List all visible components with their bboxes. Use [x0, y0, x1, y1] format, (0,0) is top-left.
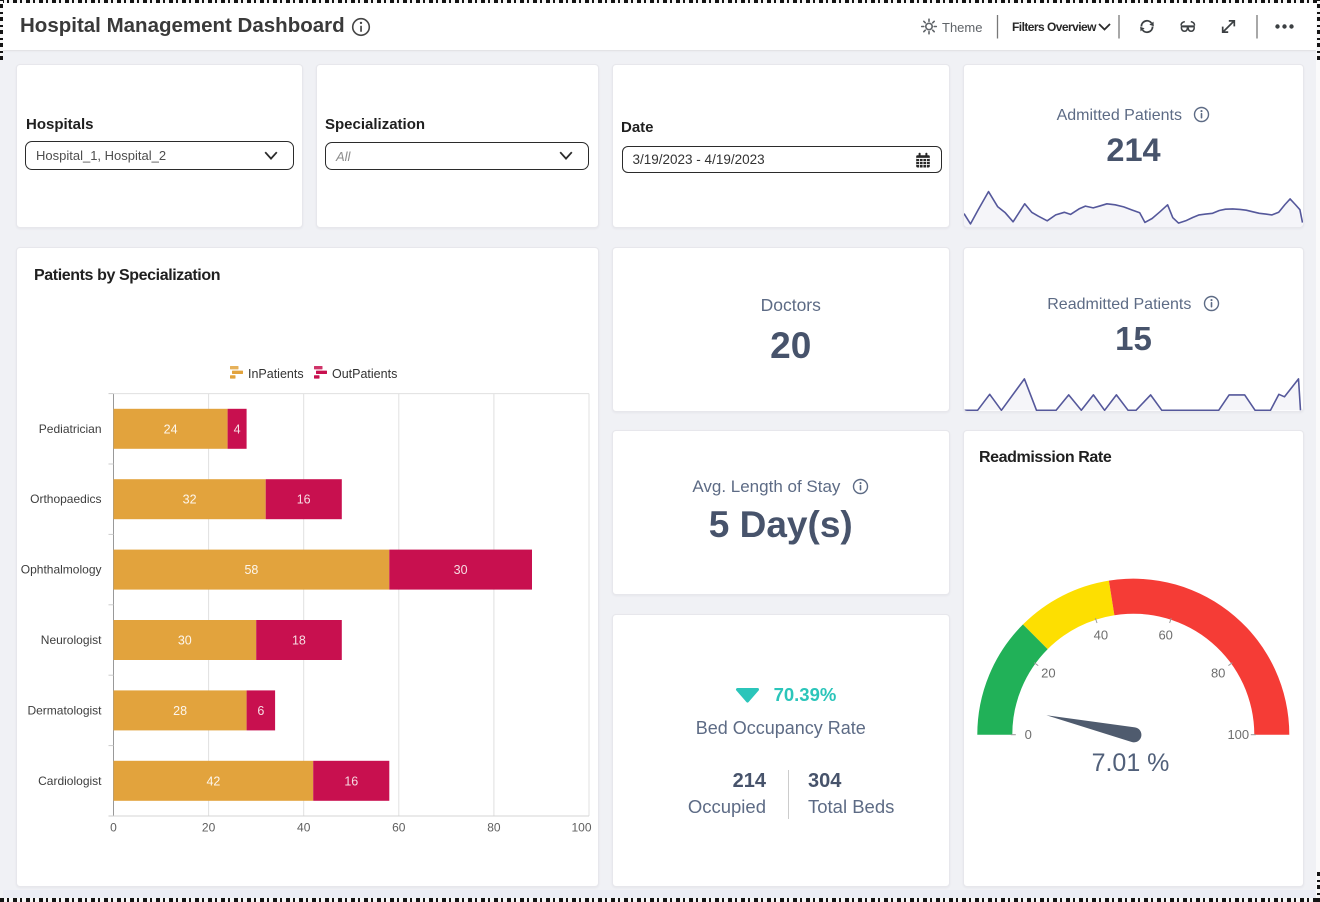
svg-text:40: 40: [1094, 628, 1108, 643]
svg-text:18: 18: [292, 634, 306, 648]
svg-text:InPatients: InPatients: [248, 367, 304, 381]
svg-text:4: 4: [234, 422, 241, 436]
svg-text:6: 6: [257, 704, 264, 718]
svg-text:28: 28: [173, 704, 187, 718]
svg-text:30: 30: [178, 634, 192, 648]
svg-text:20: 20: [202, 821, 216, 835]
svg-text:7.01 %: 7.01 %: [1092, 749, 1170, 777]
svg-text:16: 16: [344, 774, 358, 788]
svg-text:OutPatients: OutPatients: [332, 367, 397, 381]
svg-text:100: 100: [571, 821, 591, 835]
svg-text:40: 40: [297, 821, 311, 835]
svg-text:60: 60: [1158, 628, 1172, 643]
svg-text:80: 80: [487, 821, 501, 835]
svg-text:42: 42: [206, 774, 220, 788]
svg-text:32: 32: [183, 493, 197, 507]
svg-text:20: 20: [1041, 666, 1055, 681]
svg-text:Pediatrician: Pediatrician: [39, 422, 102, 436]
svg-text:24: 24: [164, 422, 178, 436]
svg-text:60: 60: [392, 821, 406, 835]
svg-text:Ophthalmology: Ophthalmology: [21, 563, 102, 577]
svg-text:Cardiologist: Cardiologist: [38, 774, 102, 788]
svg-text:100: 100: [1227, 727, 1249, 742]
svg-text:58: 58: [244, 563, 258, 577]
svg-text:Neurologist: Neurologist: [41, 633, 102, 647]
svg-text:30: 30: [454, 563, 468, 577]
svg-text:Orthopaedics: Orthopaedics: [30, 492, 101, 506]
svg-text:16: 16: [297, 493, 311, 507]
svg-text:0: 0: [110, 821, 117, 835]
svg-text:80: 80: [1211, 666, 1225, 681]
svg-text:0: 0: [1025, 727, 1032, 742]
svg-text:Dermatologist: Dermatologist: [27, 703, 102, 717]
